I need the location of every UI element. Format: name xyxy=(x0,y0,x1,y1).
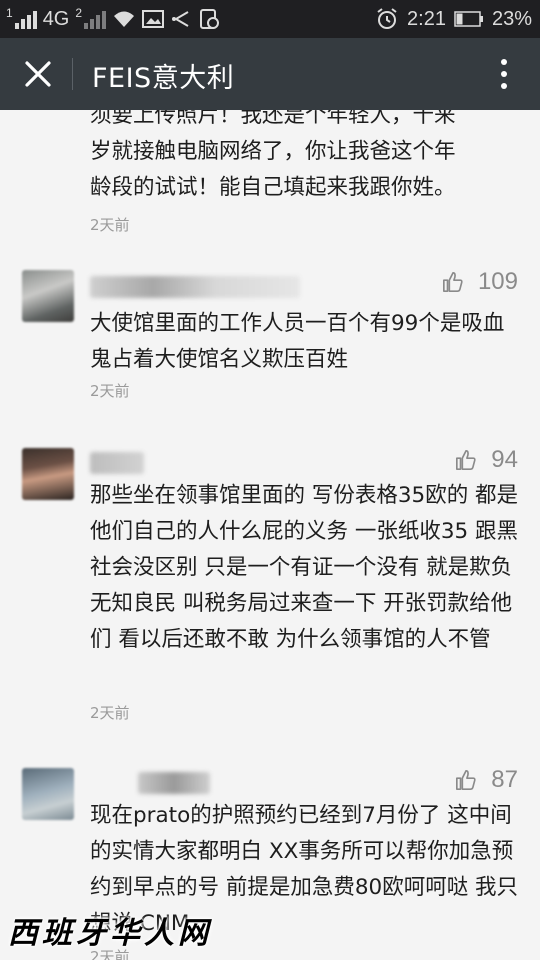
comment-time: 2天前 xyxy=(90,704,130,722)
like-count: 109 xyxy=(477,268,518,295)
avatar[interactable] xyxy=(22,448,74,500)
signal-icon-2 xyxy=(84,9,107,29)
comment-text-line: 龄段的试试！能自己填起来我跟你姓。 xyxy=(90,175,456,200)
more-options-button[interactable] xyxy=(486,52,522,96)
comment-item: 须要上传照片！我还是个年轻人，十来 岁就接触电脑网络了，你让我爸这个年 龄段的试… xyxy=(0,110,540,234)
alarm-icon xyxy=(377,8,397,29)
battery-icon xyxy=(454,11,483,27)
like-button[interactable]: 87 xyxy=(455,766,518,794)
app-bar: FEIS意大利 xyxy=(0,38,540,110)
thumbs-up-icon xyxy=(456,770,476,790)
page-title: FEIS意大利 xyxy=(92,63,235,94)
comment-text-line: 须要上传照片！我还是个年轻人，十来 xyxy=(90,110,456,128)
battery-percent: 23% xyxy=(491,7,532,30)
close-icon xyxy=(25,61,51,87)
comments-feed[interactable]: 须要上传照片！我还是个年轻人，十来 岁就接触电脑网络了，你让我爸这个年 龄段的试… xyxy=(0,110,540,960)
avatar[interactable] xyxy=(22,270,74,322)
commenter-name[interactable] xyxy=(90,276,300,298)
cast-icon xyxy=(172,11,189,27)
thumbs-up-icon xyxy=(442,272,463,292)
sim1-label: 1 xyxy=(6,6,13,20)
like-button[interactable]: 109 xyxy=(442,268,518,296)
comment-time: 2天前 xyxy=(90,216,130,234)
commenter-name[interactable] xyxy=(90,452,144,474)
comment-text: 那些坐在领事馆里面的 写份表格35欧的 都是他们自己的人什么屁的义务 一张纸收3… xyxy=(90,483,519,652)
notification-icon xyxy=(200,9,220,29)
comment-item: 109 大使馆里面的工作人员一百个有99个是吸血鬼占着大使馆名义欺压百姓 2天前 xyxy=(0,260,540,400)
status-bar: 1 4G 2 2:21 23% xyxy=(0,0,540,38)
network-type: 4G xyxy=(42,7,70,30)
thumbs-up-icon xyxy=(456,450,476,470)
comment-item: 94 那些坐在领事馆里面的 写份表格35欧的 都是他们自己的人什么屁的义务 一张… xyxy=(0,440,540,730)
close-button[interactable] xyxy=(18,54,58,94)
comment-text-line: 岁就接触电脑网络了，你让我爸这个年 xyxy=(90,139,456,164)
like-count: 94 xyxy=(491,446,518,473)
comment-time: 2天前 xyxy=(90,382,130,400)
signal-icon xyxy=(14,9,37,29)
commenter-name[interactable] xyxy=(138,772,210,794)
app-bar-divider xyxy=(72,58,73,90)
sim2-label: 2 xyxy=(75,6,83,20)
comment-text: 大使馆里面的工作人员一百个有99个是吸血鬼占着大使馆名义欺压百姓 xyxy=(90,311,505,372)
avatar[interactable] xyxy=(22,768,74,820)
like-count: 87 xyxy=(491,766,518,793)
image-icon xyxy=(142,10,165,28)
like-button[interactable]: 94 xyxy=(455,446,518,474)
more-vert-icon xyxy=(501,59,507,65)
status-time: 2:21 xyxy=(407,7,446,30)
wifi-icon xyxy=(114,11,135,27)
site-watermark: 西班牙华人网 xyxy=(8,916,212,951)
comment-text: 须要上传照片！我还是个年轻人，十来 岁就接触电脑网络了，你让我爸这个年 龄段的试… xyxy=(90,110,520,206)
